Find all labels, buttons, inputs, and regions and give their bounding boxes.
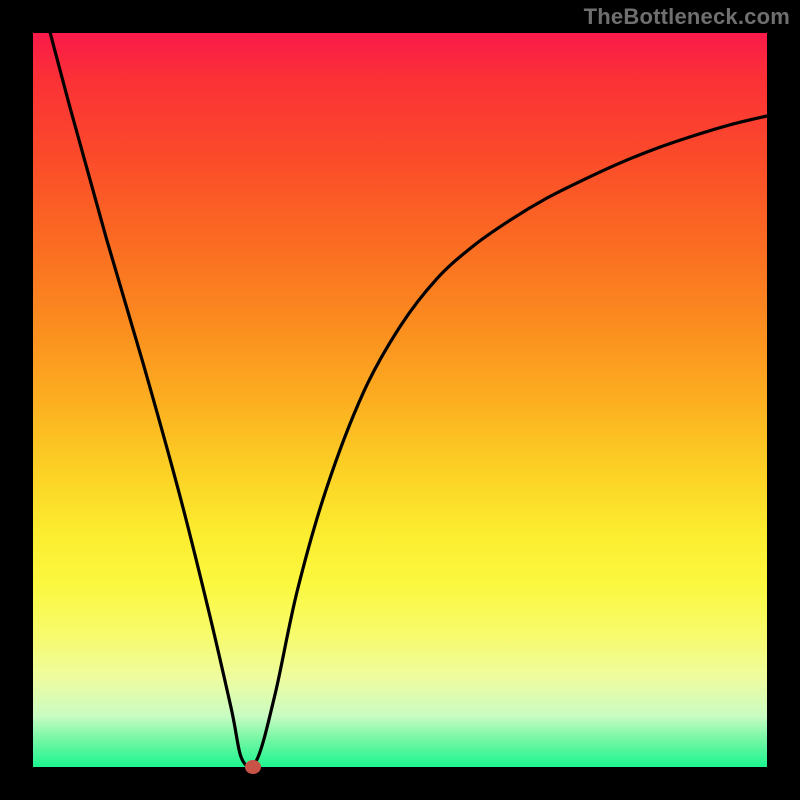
- optimum-marker-icon: [245, 760, 261, 774]
- curve-svg: [33, 33, 767, 767]
- watermark-text: TheBottleneck.com: [584, 4, 790, 30]
- plot-area: [33, 33, 767, 767]
- bottleneck-curve: [33, 33, 767, 767]
- chart-frame: TheBottleneck.com: [0, 0, 800, 800]
